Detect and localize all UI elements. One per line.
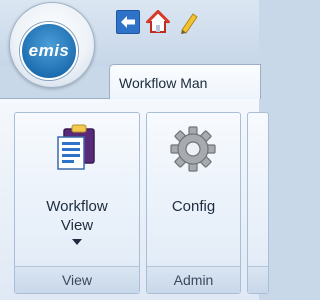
back-arrow-icon [121,16,135,28]
group-footer [248,266,268,293]
edit-button[interactable] [178,10,200,34]
ribbon-group-admin: Config Admin [146,112,241,294]
config-button[interactable]: Config [147,113,240,265]
ribbon-group-next [247,112,269,294]
group-footer: View [15,266,139,293]
emis-logo[interactable]: emis [20,22,78,80]
dropdown-arrow-icon [72,239,82,245]
group-label-admin: Admin [173,272,214,288]
ribbon-group-view: Workflow View View [14,112,140,294]
workflow-view-button[interactable]: Workflow View [15,113,139,265]
gear-icon [170,126,216,172]
home-icon [145,9,171,33]
home-button[interactable] [145,9,171,33]
workflow-view-icon [57,124,95,170]
group-label-view: View [61,272,93,288]
logo-text: emis [28,41,70,60]
tab-workflow-manager[interactable]: Workflow Man [109,64,261,99]
tab-label: Workflow Man [119,75,208,91]
pencil-icon [181,13,198,34]
workflow-view-label-line2: View [60,217,94,234]
config-label: Config [171,198,216,215]
workflow-view-label-line1: Workflow [46,198,108,215]
back-button[interactable] [116,10,140,34]
group-footer: Admin [147,266,240,293]
